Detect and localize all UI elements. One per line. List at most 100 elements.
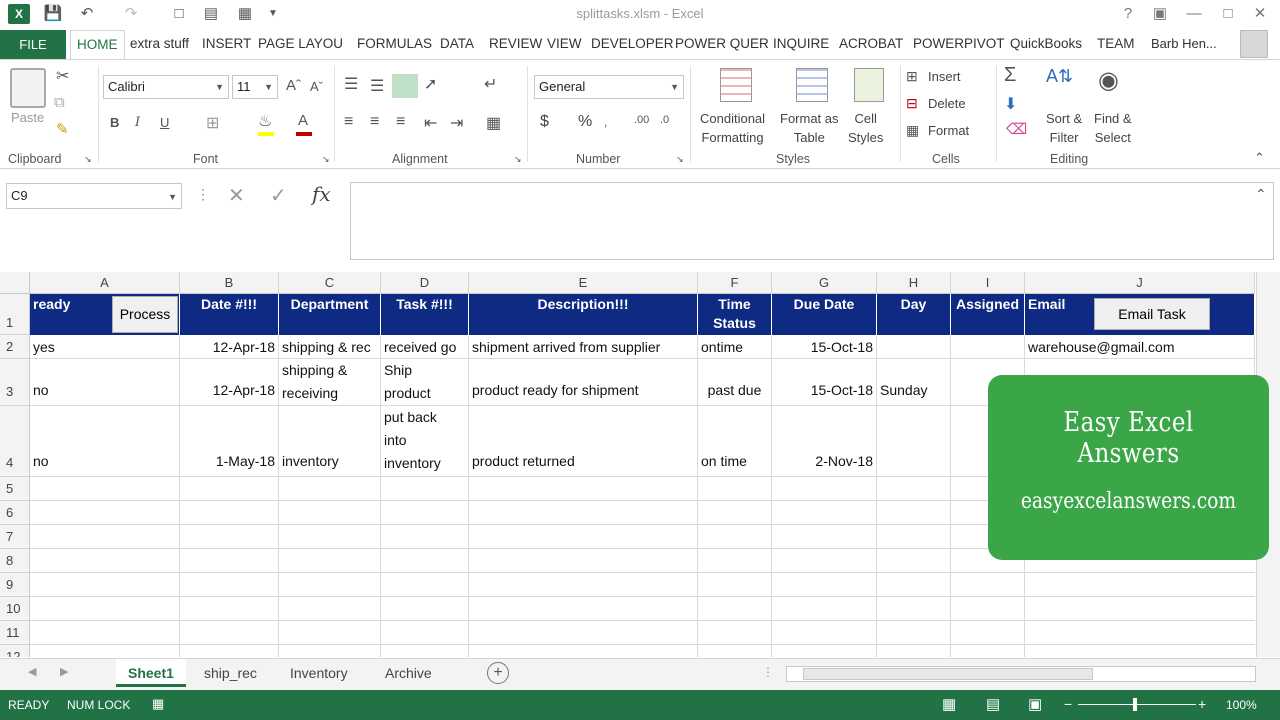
bottom-align-icon[interactable] [392, 74, 418, 98]
tab-view[interactable]: VIEW [547, 36, 582, 51]
cell-c3[interactable]: shipping & receiving [279, 359, 381, 406]
normal-view-icon[interactable]: ▦ [942, 695, 956, 713]
cut-icon[interactable]: ✂ [56, 66, 69, 86]
sort-filter-icon[interactable]: A⇅ [1046, 66, 1073, 87]
decrease-decimal-icon[interactable]: .0 [660, 114, 669, 126]
fill-icon[interactable]: ⬇ [1004, 94, 1017, 114]
cell-f3[interactable]: past due [698, 359, 772, 406]
tab-inquire[interactable]: INQUIRE [773, 36, 829, 51]
enter-icon[interactable]: ✓ [270, 183, 287, 208]
next-sheet-icon[interactable]: ▶ [60, 665, 68, 678]
paste-button[interactable]: Paste [11, 110, 44, 125]
page-break-view-icon[interactable]: ▣ [1028, 695, 1042, 713]
row-header-10[interactable]: 10 [0, 597, 30, 621]
select-all-corner[interactable] [0, 272, 30, 294]
find-select-button[interactable]: Find & Select [1094, 109, 1132, 147]
tab-file[interactable]: FILE [0, 30, 66, 60]
row-header-8[interactable]: 8 [0, 549, 30, 573]
zoom-slider[interactable] [1078, 704, 1196, 705]
tab-extra-stuff[interactable]: extra stuff [130, 36, 189, 51]
formula-bar-handle-icon[interactable]: ⋮ [196, 186, 210, 203]
fill-color-icon[interactable]: ♨ [258, 111, 272, 131]
col-header-i[interactable]: I [951, 272, 1025, 294]
row-header-3[interactable]: 3 [0, 359, 30, 406]
cell-g3[interactable]: 15-Oct-18 [772, 359, 877, 406]
ribbon-display-icon[interactable]: ▣ [1144, 3, 1176, 25]
sheet-tab-archive[interactable]: Archive [373, 659, 444, 687]
cell-g4[interactable]: 2-Nov-18 [772, 406, 877, 477]
top-align-icon[interactable]: ☰ [344, 74, 358, 94]
conditional-formatting-button[interactable]: Conditional Formatting [700, 109, 765, 147]
zoom-in-icon[interactable]: + [1198, 696, 1206, 712]
insert-cells-icon[interactable]: ⊞ [906, 68, 918, 85]
email-task-button[interactable]: Email Task [1094, 298, 1210, 330]
sheet-tab-ship-rec[interactable]: ship_rec [192, 659, 269, 687]
cell-styles-icon[interactable] [854, 68, 884, 102]
underline-icon[interactable]: U [160, 115, 169, 130]
tab-insert[interactable]: INSERT [202, 36, 251, 51]
header-description[interactable]: Description!!! [469, 294, 698, 335]
decrease-indent-icon[interactable]: ⇤ [424, 113, 437, 133]
borders-icon[interactable]: ⊞ [206, 113, 219, 133]
page-layout-view-icon[interactable]: ▤ [986, 695, 1000, 713]
col-header-j[interactable]: J [1025, 272, 1255, 294]
col-header-a[interactable]: A [30, 272, 180, 294]
format-as-table-button[interactable]: Format as Table [780, 109, 839, 147]
middle-align-icon[interactable]: ☰ [370, 76, 384, 96]
comma-style-icon[interactable]: , [604, 115, 607, 129]
cell-h2[interactable] [877, 335, 951, 359]
header-department[interactable]: Department [279, 294, 381, 335]
orientation-icon[interactable]: ➚ [424, 74, 437, 94]
merge-center-icon[interactable]: ▦ [486, 113, 501, 133]
cell-styles-button[interactable]: Cell Styles [848, 109, 883, 147]
tab-home[interactable]: HOME [70, 30, 125, 60]
cell-f4[interactable]: on time [698, 406, 772, 477]
cell-h3[interactable]: Sunday [877, 359, 951, 406]
row-header-5[interactable]: 5 [0, 477, 30, 501]
cell-e2[interactable]: shipment arrived from supplier [469, 335, 698, 359]
tab-power-query[interactable]: POWER QUER [675, 36, 769, 51]
zoom-out-icon[interactable]: − [1064, 696, 1072, 712]
avatar[interactable] [1240, 30, 1268, 58]
increase-indent-icon[interactable]: ⇥ [450, 113, 463, 133]
tab-team[interactable]: TEAM [1097, 36, 1135, 51]
header-date[interactable]: Date #!!! [180, 294, 279, 335]
cell-e3[interactable]: product ready for shipment [469, 359, 698, 406]
align-left-icon[interactable]: ≡ [344, 113, 353, 131]
cancel-icon[interactable]: ✕ [228, 183, 245, 208]
bold-icon[interactable]: B [110, 115, 119, 130]
new-sheet-icon[interactable]: + [487, 662, 509, 684]
cell-d4[interactable]: put back into inventory [381, 406, 469, 477]
cell-e4[interactable]: product returned [469, 406, 698, 477]
help-icon[interactable]: ? [1112, 3, 1144, 25]
cell-g2[interactable]: 15-Oct-18 [772, 335, 877, 359]
cell-d2[interactable]: received go [381, 335, 469, 359]
format-cells-button[interactable]: Format [928, 123, 969, 138]
number-launcher-icon[interactable]: ↘ [676, 154, 684, 165]
tab-formulas[interactable]: FORMULAS [357, 36, 432, 51]
clear-icon[interactable]: ⌫ [1006, 120, 1027, 138]
tab-powerpivot[interactable]: POWERPIVOT [913, 36, 1005, 51]
sheet-tab-inventory[interactable]: Inventory [278, 659, 360, 687]
copy-icon[interactable]: ⧉ [54, 94, 65, 111]
format-as-table-icon[interactable] [796, 68, 828, 102]
row-header-1[interactable]: 1 [0, 294, 30, 335]
insert-function-icon[interactable]: fx [312, 182, 331, 206]
col-header-c[interactable]: C [279, 272, 381, 294]
header-task[interactable]: Task #!!! [381, 294, 469, 335]
format-cells-icon[interactable]: ▦ [906, 122, 919, 139]
font-name-select[interactable]: Calibri ▼ [103, 75, 229, 99]
collapse-ribbon-icon[interactable]: ⌃ [1254, 150, 1265, 166]
tab-quickbooks[interactable]: QuickBooks [1010, 36, 1082, 51]
macro-record-icon[interactable]: ▦ [152, 696, 164, 712]
col-header-b[interactable]: B [180, 272, 279, 294]
header-due-date[interactable]: Due Date [772, 294, 877, 335]
tab-review[interactable]: REVIEW [489, 36, 542, 51]
col-header-f[interactable]: F [698, 272, 772, 294]
maximize-icon[interactable]: □ [1212, 3, 1244, 25]
tab-acrobat[interactable]: ACROBAT [839, 36, 903, 51]
paste-icon[interactable] [10, 68, 46, 108]
close-icon[interactable]: ✕ [1244, 3, 1276, 25]
row-header-9[interactable]: 9 [0, 573, 30, 597]
horizontal-scroll-thumb[interactable] [803, 668, 1093, 680]
